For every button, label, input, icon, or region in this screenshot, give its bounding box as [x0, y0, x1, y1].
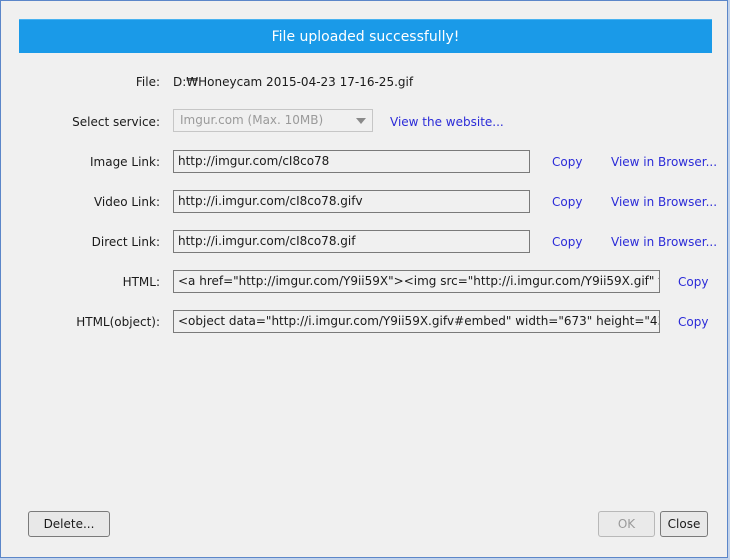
file-path: D:₩Honeycam 2015-04-23 17-16-25.gif: [173, 75, 414, 89]
html-copy-button[interactable]: Copy: [678, 275, 708, 289]
html-object-copy-button[interactable]: Copy: [678, 315, 708, 329]
html-code-field[interactable]: <a href="http://imgur.com/Y9ii59X"><img …: [173, 270, 660, 293]
chevron-down-icon: [356, 118, 366, 124]
success-banner: File uploaded successfully!: [19, 19, 712, 53]
ok-button[interactable]: OK: [598, 511, 655, 537]
html-label: HTML:: [122, 275, 160, 289]
direct-link-field[interactable]: http://i.imgur.com/cI8co78.gif: [173, 230, 530, 253]
direct-link-copy-button[interactable]: Copy: [552, 235, 582, 249]
upload-result-window: File uploaded successfully! File: D:₩Hon…: [0, 0, 728, 558]
video-link-copy-button[interactable]: Copy: [552, 195, 582, 209]
html-object-code-field[interactable]: <object data="http://i.imgur.com/Y9ii59X…: [173, 310, 660, 333]
image-link-view-browser-link[interactable]: View in Browser...: [611, 155, 717, 169]
select-service-label: Select service:: [72, 115, 160, 129]
video-link-field[interactable]: http://i.imgur.com/cI8co78.gifv: [173, 190, 530, 213]
view-website-link[interactable]: View the website...: [390, 115, 504, 129]
direct-link-view-browser-link[interactable]: View in Browser...: [611, 235, 717, 249]
html-object-label: HTML(object):: [76, 315, 160, 329]
delete-button[interactable]: Delete...: [28, 511, 110, 537]
image-link-label: Image Link:: [89, 155, 160, 169]
video-link-view-browser-link[interactable]: View in Browser...: [611, 195, 717, 209]
close-button[interactable]: Close: [660, 511, 708, 537]
direct-link-label: Direct Link:: [91, 235, 160, 249]
image-link-copy-button[interactable]: Copy: [552, 155, 582, 169]
banner-title: File uploaded successfully!: [271, 28, 460, 45]
service-select-value: Imgur.com (Max. 10MB): [180, 113, 324, 127]
service-select[interactable]: Imgur.com (Max. 10MB): [173, 109, 373, 132]
video-link-label: Video Link:: [93, 195, 160, 209]
file-label: File:: [135, 75, 160, 89]
image-link-field[interactable]: http://imgur.com/cI8co78: [173, 150, 530, 173]
